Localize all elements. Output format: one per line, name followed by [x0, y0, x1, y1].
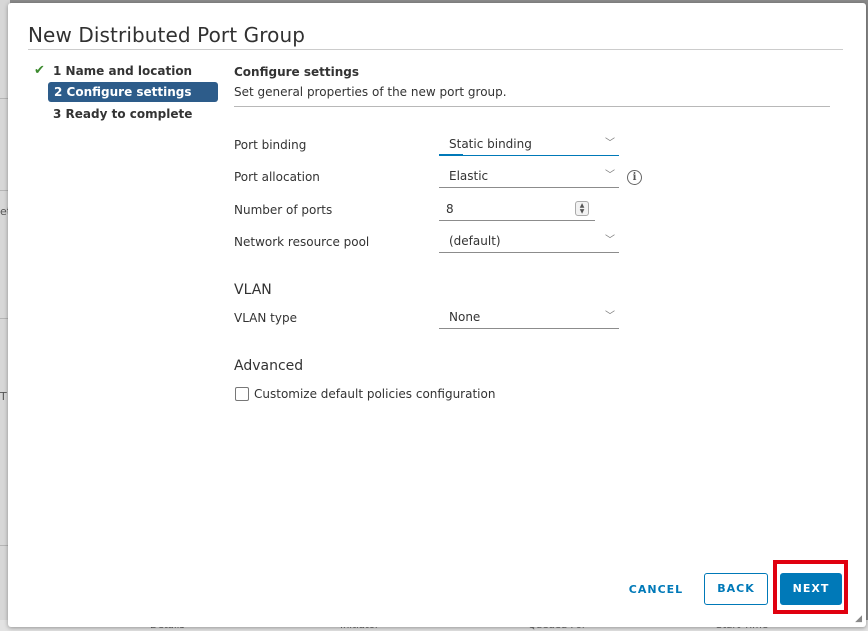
chevron-down-icon: ﹀ [605, 235, 615, 246]
step-ready-to-complete[interactable]: 3 Ready to complete [53, 104, 192, 124]
number-of-ports-input[interactable]: 8 ▲ ▼ [439, 199, 595, 221]
network-resource-pool-label: Network resource pool [234, 235, 370, 249]
configure-settings-description: Set general properties of the new port g… [234, 85, 507, 99]
dialog-title: New Distributed Port Group [28, 23, 306, 47]
resize-grip-icon[interactable]: ◢ [855, 614, 862, 624]
new-port-group-dialog: New Distributed Port Group ✔ 1 Name and … [8, 3, 866, 627]
step-configure-settings[interactable]: 2 Configure settings [48, 82, 218, 102]
configure-settings-heading: Configure settings [234, 65, 359, 79]
vlan-type-label: VLAN type [234, 311, 297, 325]
chevron-down-icon: ﹀ [605, 311, 615, 322]
vlan-type-select[interactable]: None ﹀ [439, 307, 619, 329]
ports-stepper[interactable]: ▲ ▼ [575, 201, 589, 216]
port-binding-label: Port binding [234, 138, 307, 152]
number-of-ports-label: Number of ports [234, 203, 333, 217]
advanced-heading: Advanced [234, 358, 304, 374]
title-divider [28, 49, 843, 50]
info-icon[interactable]: i [627, 170, 642, 185]
port-allocation-select[interactable]: Elastic ﹀ [439, 166, 619, 188]
step-label: 2 Configure settings [54, 85, 192, 99]
vlan-type-value: None [449, 310, 481, 324]
background-fragment-text: T [0, 390, 7, 403]
customize-policies-label[interactable]: Customize default policies configuration [254, 387, 495, 401]
step-label: 3 Ready to complete [53, 107, 193, 121]
step-name-and-location[interactable]: ✔ 1 Name and location [34, 61, 193, 81]
chevron-down-icon: ﹀ [605, 170, 615, 181]
highlight-box [773, 560, 848, 614]
port-binding-select[interactable]: Static binding ﹀ [439, 134, 619, 156]
step-label: 1 Name and location [53, 64, 193, 78]
chevron-down-icon: ﹀ [605, 138, 615, 149]
network-resource-pool-value: (default) [449, 234, 501, 248]
port-allocation-label: Port allocation [234, 170, 320, 184]
vlan-heading: VLAN [234, 282, 272, 298]
port-allocation-value: Elastic [449, 169, 489, 183]
section-divider [234, 106, 830, 107]
check-icon: ✔ [34, 63, 45, 78]
customize-policies-checkbox[interactable] [235, 387, 249, 401]
port-binding-value: Static binding [449, 137, 532, 151]
network-resource-pool-select[interactable]: (default) ﹀ [439, 231, 619, 253]
back-button[interactable]: BACK [704, 573, 768, 605]
number-of-ports-value: 8 [446, 202, 454, 216]
cancel-button[interactable]: CANCEL [620, 574, 692, 606]
